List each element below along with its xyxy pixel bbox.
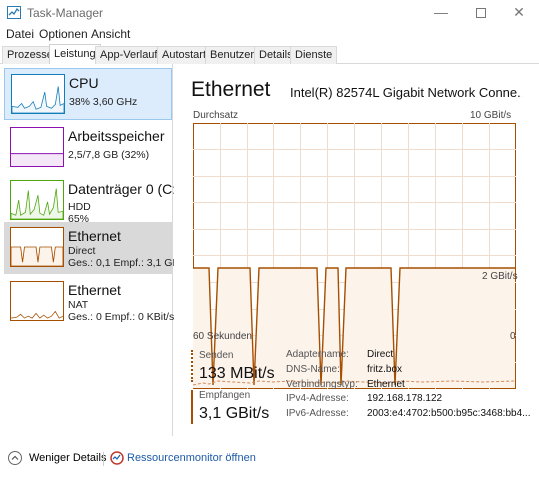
sidebar-item-memory[interactable]: Arbeitsspeicher 2,5/7,8 GB (32%)	[4, 122, 172, 174]
disk-graph-icon	[10, 180, 64, 220]
sidebar-item-disk[interactable]: Datenträger 0 (C:) HDD 65%	[4, 175, 181, 227]
ipv6-label: IPv6-Adresse:	[286, 408, 349, 419]
less-details-button[interactable]: Weniger Details	[8, 451, 106, 469]
tab-app-verlauf[interactable]: App-Verlauf	[95, 46, 163, 64]
close-icon: ✕	[513, 4, 525, 20]
ethernet-detail-panel: Ethernet Intel(R) 82574L Gigabit Network…	[174, 64, 539, 436]
connection-type-value: Ethernet	[367, 379, 405, 390]
send-label: Senden	[199, 350, 234, 361]
sidebar-item-detail: Direct	[68, 245, 96, 257]
footer-bar: Weniger Details Ressourcenmonitor öffnen	[0, 446, 539, 474]
receive-value: 3,1 GBit/s	[199, 405, 270, 422]
tab-autostart[interactable]: Autostart	[157, 46, 212, 64]
menu-bar: Datei Optionen Ansicht	[0, 26, 539, 44]
receive-label: Empfangen	[199, 390, 251, 401]
task-manager-icon	[7, 6, 21, 19]
sidebar-item-detail: Ges.: 0 Empf.: 0 KBit/s	[68, 311, 175, 323]
less-details-label: Weniger Details	[29, 452, 107, 464]
adapter-name: Intel(R) 82574L Gigabit Network Conne...	[290, 85, 522, 100]
dns-value: fritz.box	[367, 364, 403, 375]
close-button[interactable]: ✕	[499, 0, 539, 26]
sidebar-item-detail: HDD	[68, 201, 91, 213]
tab-bar: Prozesse Leistung App-Verlauf Autostart …	[0, 44, 539, 65]
sidebar-item-ethernet-direct[interactable]: Ethernet Direct Ges.: 0,1 Empf.: 3,1 GBi…	[4, 222, 185, 274]
send-value: 133 MBit/s	[199, 365, 275, 382]
menu-datei[interactable]: Datei	[6, 27, 34, 41]
ipv4-label: IPv4-Adresse:	[286, 393, 349, 404]
page-title: Ethernet	[191, 78, 271, 101]
resource-monitor-icon	[110, 451, 124, 465]
resource-monitor-label: Ressourcenmonitor öffnen	[127, 452, 256, 464]
graph-max-label: 10 GBit/s	[470, 110, 512, 121]
ipv6-value: 2003:e4:4702:b500:b95c:3468:bb4...	[367, 408, 531, 419]
sidebar-item-title: Datenträger 0 (C:)	[68, 181, 181, 197]
resource-monitor-link[interactable]: Ressourcenmonitor öffnen	[110, 451, 256, 469]
send-indicator	[191, 350, 193, 382]
receive-indicator	[191, 390, 193, 424]
tab-benutzer[interactable]: Benutzer	[205, 46, 260, 64]
adapter-value: Direct	[367, 349, 394, 360]
sidebar-item-cpu[interactable]: CPU 38% 3,60 GHz	[4, 68, 172, 120]
sidebar-item-detail: 38% 3,60 GHz	[69, 96, 138, 108]
sidebar-item-detail: 2,5/7,8 GB (32%)	[68, 149, 150, 161]
graph-scale-label: 2 GBit/s	[482, 271, 518, 282]
tab-dienste[interactable]: Dienste	[290, 46, 338, 64]
memory-graph-icon	[10, 127, 64, 167]
footer-divider	[103, 452, 104, 466]
performance-sidebar: CPU 38% 3,60 GHz Arbeitsspeicher 2,5/7,8…	[0, 64, 185, 436]
cpu-graph-icon	[11, 74, 65, 114]
connection-type-label: Verbindungstyp:	[286, 379, 358, 390]
graph-zero-label: 0	[510, 331, 516, 342]
graph-time-label: 60 Sekunden	[193, 331, 252, 342]
maximize-button[interactable]	[462, 0, 502, 26]
graph-title: Durchsatz	[193, 110, 239, 121]
sidebar-item-title: Ethernet	[68, 228, 121, 244]
menu-ansicht[interactable]: Ansicht	[91, 27, 130, 41]
throughput-graph	[193, 123, 516, 389]
sidebar-item-title: CPU	[69, 75, 99, 91]
minimize-button[interactable]: —	[421, 0, 461, 26]
ipv4-value: 192.168.178.122	[367, 393, 443, 404]
title-bar: Task-Manager — ✕	[0, 0, 539, 26]
ethernet-graph-icon	[10, 227, 64, 267]
sidebar-item-detail: Ges.: 0,1 Empf.: 3,1 GBit	[68, 257, 185, 269]
dns-label: DNS-Name:	[286, 364, 340, 375]
window-title: Task-Manager	[27, 6, 104, 20]
maximize-icon	[476, 8, 486, 18]
tab-leistung[interactable]: Leistung	[49, 44, 101, 65]
sidebar-item-detail: NAT	[68, 299, 89, 311]
minimize-icon: —	[434, 4, 448, 20]
sidebar-item-ethernet-nat[interactable]: Ethernet NAT Ges.: 0 Empf.: 0 KBit/s	[4, 276, 175, 328]
sidebar-item-title: Ethernet	[68, 282, 121, 298]
ethernet-graph-icon	[10, 281, 64, 321]
adapter-label: Adaptername:	[286, 349, 349, 360]
chevron-up-icon	[8, 451, 22, 465]
sidebar-item-title: Arbeitsspeicher	[68, 128, 165, 144]
menu-optionen[interactable]: Optionen	[39, 27, 88, 41]
